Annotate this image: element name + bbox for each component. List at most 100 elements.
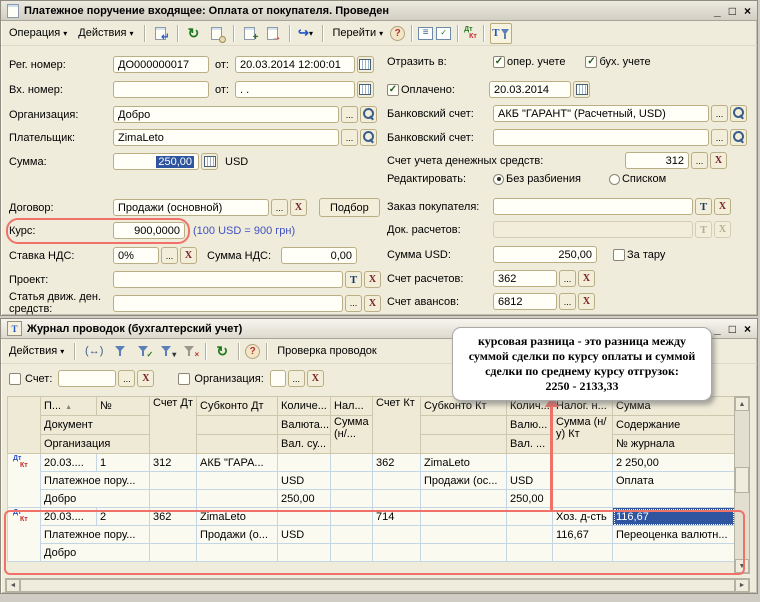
maximize-icon[interactable]: □: [729, 6, 736, 16]
rate-field[interactable]: 900,0000: [113, 222, 185, 239]
posting-row[interactable]: Добро: [8, 544, 735, 562]
more-button[interactable]: ...: [161, 247, 178, 264]
more-button[interactable]: ...: [691, 152, 708, 169]
incoming-number-field[interactable]: [113, 81, 209, 98]
scroll-right-icon[interactable]: ►: [735, 579, 749, 592]
search-icon[interactable]: [730, 105, 747, 122]
more-button[interactable]: ...: [341, 106, 358, 123]
posting-row[interactable]: ДтКт 20.03.... 1 312 АКБ "ГАРА... 362 Zi…: [8, 454, 735, 472]
scroll-down-icon[interactable]: ▼: [735, 559, 749, 573]
header-icon-column[interactable]: [8, 397, 41, 454]
filter-history-icon[interactable]: ▾: [156, 341, 176, 361]
calendar-icon[interactable]: [357, 56, 374, 73]
payer-field[interactable]: ZimaLeto: [113, 129, 339, 146]
header-subconto-dt[interactable]: Субконто Дт: [197, 397, 278, 416]
help-icon[interactable]: ?: [245, 344, 260, 359]
header-currency-sum-dt[interactable]: Вал. су...: [278, 435, 331, 454]
clear-button[interactable]: X: [137, 370, 154, 387]
actions-menu[interactable]: Действия ▾: [74, 25, 137, 41]
pick-button[interactable]: Подбор: [319, 198, 380, 217]
history-document-icon[interactable]: [207, 23, 227, 43]
tare-checkbox[interactable]: [613, 249, 625, 261]
close-icon[interactable]: ×: [744, 324, 751, 334]
clear-filter-icon[interactable]: ×: [179, 341, 199, 361]
post-document-icon[interactable]: ↵: [151, 23, 171, 43]
more-button[interactable]: ...: [341, 129, 358, 146]
header-quantity-dt[interactable]: Количе...: [278, 397, 331, 416]
organization-field[interactable]: Добро: [113, 106, 339, 123]
posting-row[interactable]: Платежное пору... Продажи (о... USD 116,…: [8, 526, 735, 544]
horizontal-scrollbar[interactable]: ◄ ►: [5, 578, 750, 593]
header-document[interactable]: Документ: [41, 416, 150, 435]
more-button[interactable]: ...: [288, 370, 305, 387]
bank-account2-field[interactable]: [493, 129, 709, 146]
minimize-icon[interactable]: _: [714, 6, 721, 16]
set-filter-icon[interactable]: [110, 341, 130, 361]
clear-button[interactable]: X: [578, 270, 595, 287]
more-button[interactable]: ...: [559, 293, 576, 310]
search-icon[interactable]: [360, 129, 377, 146]
checked-rows-icon[interactable]: ✓: [436, 27, 451, 40]
radio-no-split[interactable]: [493, 174, 504, 185]
sum-field[interactable]: 250,00: [113, 153, 199, 170]
goto-menu[interactable]: Перейти ▾: [329, 25, 388, 41]
header-account-kt[interactable]: Счет Кт: [373, 397, 421, 454]
minimize-icon[interactable]: _: [714, 324, 721, 334]
account-filter-field[interactable]: [58, 370, 116, 387]
paid-date-field[interactable]: 20.03.2014: [489, 81, 571, 98]
posting-row[interactable]: Платежное пору... USD Продажи (ос... USD…: [8, 472, 735, 490]
settlement-account-field[interactable]: 362: [493, 270, 557, 287]
posting-row[interactable]: ДтКт 20.03.... 2 362 ZimaLeto 714 Хоз. д…: [8, 508, 735, 526]
more-button[interactable]: ...: [118, 370, 135, 387]
maximize-icon[interactable]: □: [729, 324, 736, 334]
journal-actions-menu[interactable]: Действия ▾: [5, 343, 68, 359]
close-icon[interactable]: ×: [744, 6, 751, 16]
vat-rate-field[interactable]: 0%: [113, 247, 159, 264]
header-number[interactable]: №: [97, 397, 150, 416]
refresh-icon[interactable]: ↻: [184, 23, 204, 43]
return-entry-document-icon[interactable]: →: [263, 23, 283, 43]
customer-order-field[interactable]: [493, 198, 693, 215]
dt-kt-icon[interactable]: Дт Кт: [464, 26, 477, 40]
postings-table[interactable]: П...▲ № Счет Дт Субконто Дт Количе... На…: [7, 396, 735, 562]
more-button[interactable]: ...: [711, 105, 728, 122]
header-content[interactable]: Содержание: [613, 416, 735, 435]
project-field[interactable]: [113, 271, 343, 288]
reg-number-field[interactable]: ДО000000017: [113, 56, 209, 73]
header-journal-number[interactable]: № журнала: [613, 435, 735, 454]
more-button[interactable]: ...: [559, 270, 576, 287]
text-select-button[interactable]: T: [695, 198, 712, 215]
vat-sum-field[interactable]: 0,00: [281, 247, 357, 264]
more-button[interactable]: ...: [345, 295, 362, 312]
paid-checkbox[interactable]: ✓: [387, 84, 399, 96]
header-tax-dt[interactable]: Нал...: [331, 397, 373, 416]
operation-menu[interactable]: Операция ▾: [5, 25, 71, 41]
clear-button[interactable]: X: [180, 247, 197, 264]
advance-account-field[interactable]: 6812: [493, 293, 557, 310]
header-organization[interactable]: Организация: [41, 435, 150, 454]
posting-row[interactable]: Добро 250,00 250,00: [8, 490, 735, 508]
header-currency-kt[interactable]: Валю...: [507, 416, 553, 435]
clear-button[interactable]: X: [307, 370, 324, 387]
text-select-button[interactable]: T: [345, 271, 362, 288]
radio-list[interactable]: [609, 174, 620, 185]
calendar-icon[interactable]: [573, 81, 590, 98]
selected-cell[interactable]: 116,67: [613, 508, 735, 526]
transfer-icon[interactable]: ↪ ▾: [296, 23, 316, 43]
help-icon[interactable]: ?: [390, 26, 405, 41]
search-icon[interactable]: [360, 106, 377, 123]
add-entry-document-icon[interactable]: +: [240, 23, 260, 43]
reg-date-field[interactable]: 20.03.2014 12:00:01: [235, 56, 355, 73]
column-width-icon[interactable]: (↔): [81, 341, 107, 361]
header-period[interactable]: П...▲: [41, 397, 97, 416]
vertical-scroll-thumb[interactable]: [735, 467, 749, 493]
more-button[interactable]: ...: [271, 199, 288, 216]
cashflow-field[interactable]: [113, 295, 343, 312]
scroll-up-icon[interactable]: ▲: [735, 397, 749, 411]
clear-button[interactable]: X: [364, 271, 381, 288]
buh-checkbox[interactable]: ✓: [585, 56, 597, 68]
sum-usd-field[interactable]: 250,00: [493, 246, 597, 263]
account-filter-checkbox[interactable]: [9, 373, 21, 385]
scroll-left-icon[interactable]: ◄: [6, 579, 20, 592]
more-button[interactable]: ...: [711, 129, 728, 146]
